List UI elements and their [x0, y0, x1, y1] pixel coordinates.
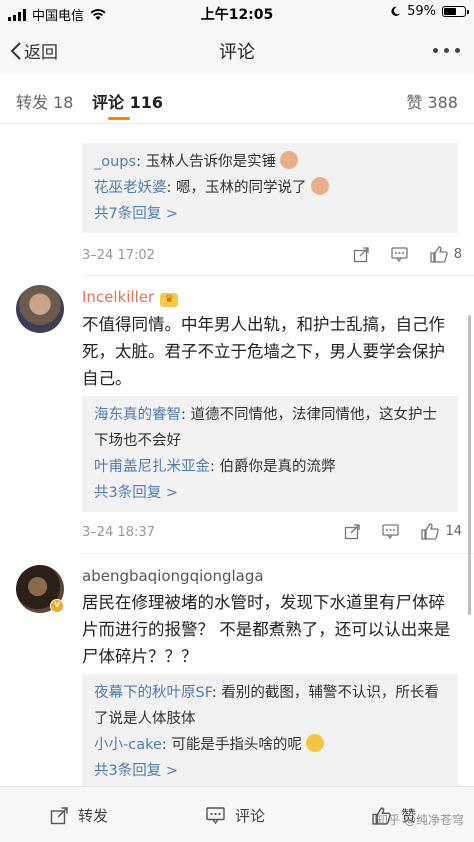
like-count: 8 — [453, 247, 462, 262]
reply-box[interactable]: 海东真的睿智: 道德不同情他，法律同情他，这女护士下场也不会好 叶甫盖尼扎米亚金… — [82, 396, 458, 512]
comment-meta: 3–24 17:02 8 — [82, 246, 462, 266]
reply-username[interactable]: 夜幕下的秋叶原SF — [94, 685, 212, 701]
reply-username[interactable]: _oups — [94, 154, 136, 170]
repost-button[interactable]: 转发 — [50, 805, 108, 826]
more-menu-icon[interactable] — [433, 48, 460, 53]
status-bar: 中国电信 上午12:05 59% — [0, 0, 474, 26]
reply-box[interactable]: 夜幕下的秋叶原SF: 看别的截图，辅警不认识，所长看了说是人体肢体 小小-cak… — [82, 674, 458, 786]
more-replies-link[interactable]: 共7条回复 > — [94, 201, 446, 227]
share-icon[interactable] — [344, 523, 361, 540]
reply-text: : 嗯，玉林的同学说了 — [166, 180, 307, 196]
comment-text: 居民在修理被堵的水管时，发现下水道里有尸体碎片而进行的报警？ 不是都煮熟了，还可… — [82, 593, 451, 666]
comment-date: 3–24 17:02 — [82, 248, 155, 263]
tab-likes[interactable]: 赞 388 — [406, 89, 458, 113]
thumbs-up-icon — [430, 246, 448, 263]
reply-item[interactable]: 夜幕下的秋叶原SF: 看别的截图，辅警不认识，所长看了说是人体肢体 — [94, 680, 446, 732]
avatar[interactable] — [16, 285, 64, 333]
comment-meta: 3–24 18:37 14 — [82, 523, 462, 543]
reply-box[interactable]: _oups: 玉林人告诉你是实锤 花巫老妖婆: 嗯，玉林的同学说了 共7条回复 … — [82, 143, 458, 233]
like-button[interactable]: 14 — [421, 523, 462, 540]
reply-item[interactable]: _oups: 玉林人告诉你是实锤 — [94, 149, 446, 175]
share-icon[interactable] — [353, 246, 369, 263]
see-no-evil-monkey-icon — [310, 177, 329, 195]
tab-comments[interactable]: 评论 116 — [92, 89, 163, 113]
repost-label: 转发 — [78, 807, 109, 825]
laughing-crying-icon — [305, 734, 324, 752]
reply-username[interactable]: 小小-cake — [94, 737, 162, 753]
scrollbar[interactable] — [468, 315, 471, 615]
comment-button[interactable]: 评论 — [206, 805, 265, 826]
reply-item[interactable]: 花巫老妖婆: 嗯，玉林的同学说了 — [94, 175, 446, 201]
truncated-comment-text — [80, 125, 85, 136]
like-count: 14 — [445, 524, 462, 539]
reply-item[interactable]: 小小-cake: 可能是手指头啥的呢 — [94, 732, 446, 758]
comment-icon[interactable] — [391, 247, 408, 262]
thumbs-up-icon — [421, 523, 440, 540]
bottom-action-bar: 转发 评论 赞 知乎 @纯净苍穹 — [0, 786, 474, 842]
reply-username[interactable]: 花巫老妖婆 — [94, 180, 167, 196]
comment-icon — [206, 807, 225, 824]
tab-bar: 转发 18 评论 116 赞 388 — [0, 74, 474, 124]
reply-username[interactable]: 叶甫盖尼扎米亚金 — [94, 459, 210, 475]
comment-username[interactable]: Incelkiller ♛ — [82, 288, 179, 307]
reply-text: : 可能是手指头啥的呢 — [161, 737, 302, 753]
page-title: 评论 — [219, 42, 255, 63]
comment-date: 3–24 18:37 — [82, 525, 155, 540]
active-tab-indicator — [108, 117, 130, 120]
comment-icon[interactable] — [382, 524, 400, 539]
reply-item[interactable]: 海东真的睿智: 道德不同情他，法律同情他，这女护士下场也不会好 — [94, 402, 446, 454]
more-replies-link[interactable]: 共3条回复 > — [94, 480, 446, 506]
comment-text: 不值得同情。中年男人出轨，和护士乱搞，自己作死，太脏。君子不立于危墙之下，男人要… — [82, 315, 445, 388]
tab-repost[interactable]: 转发 18 — [16, 89, 73, 113]
like-button[interactable]: 8 — [430, 246, 462, 263]
moon-icon — [391, 6, 401, 16]
reply-item[interactable]: 叶甫盖尼扎米亚金: 伯爵你是真的流弊 — [94, 454, 446, 480]
reply-text: : 玉林人告诉你是实锤 — [136, 154, 277, 170]
battery-percent: 59% — [407, 4, 436, 19]
see-no-evil-monkey-icon — [280, 151, 299, 169]
crown-badge-icon: ♛ — [160, 293, 179, 307]
comment-username[interactable]: abengbaqiongqionglaga — [82, 567, 264, 585]
username-text[interactable]: Incelkiller — [82, 288, 154, 306]
watermark: 知乎 @纯净苍穹 — [376, 813, 464, 827]
share-icon — [50, 806, 68, 824]
reply-text: : 伯爵你是真的流弊 — [210, 459, 336, 475]
comment-list[interactable]: _oups: 玉林人告诉你是实锤 花巫老妖婆: 嗯，玉林的同学说了 共7条回复 … — [0, 125, 474, 786]
comment-label: 评论 — [235, 807, 266, 825]
divider — [82, 275, 474, 276]
verified-badge-icon: v — [50, 599, 64, 613]
more-replies-link[interactable]: 共3条回复 > — [94, 758, 446, 784]
navigation-bar: 返回 评论 — [0, 26, 474, 74]
reply-username[interactable]: 海东真的睿智 — [94, 407, 181, 423]
divider — [82, 553, 474, 554]
battery-icon — [442, 6, 469, 17]
